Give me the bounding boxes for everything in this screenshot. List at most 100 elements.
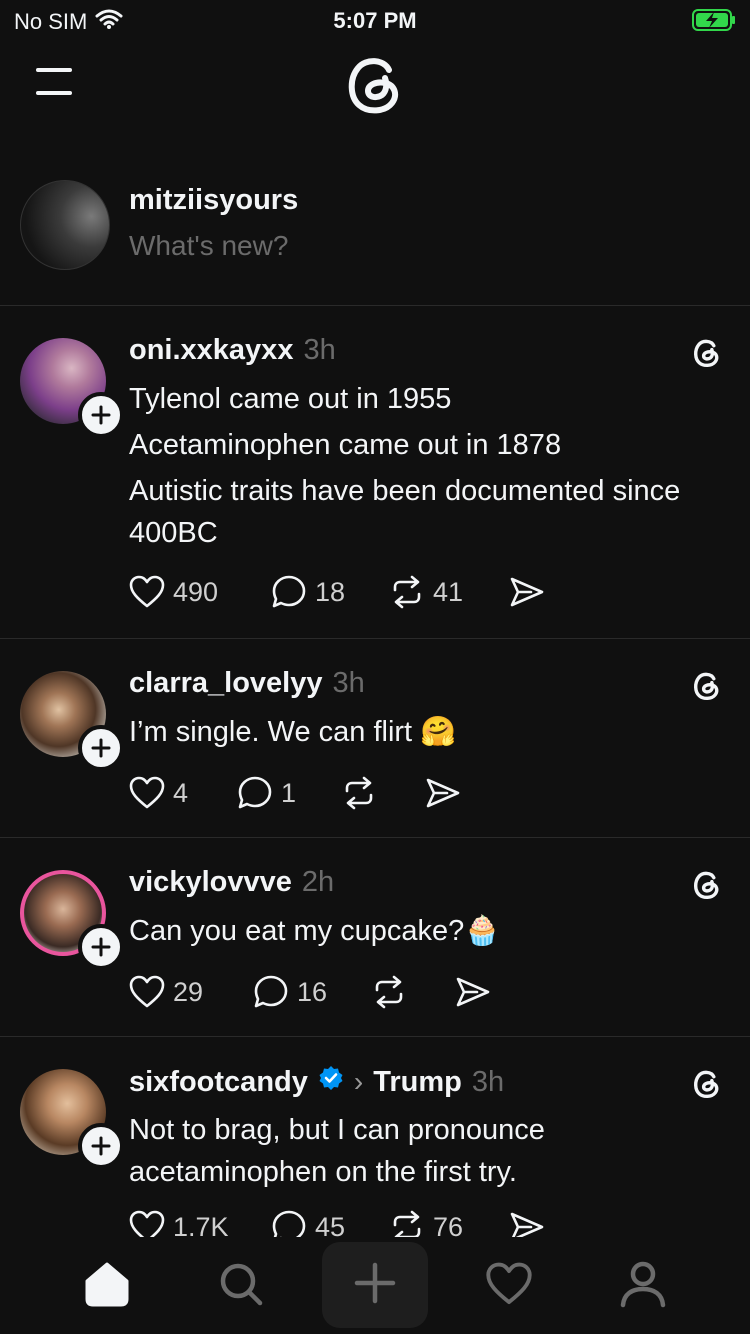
post-actions: 1.7K 45 76 — [129, 1209, 545, 1237]
repost-count: 41 — [433, 576, 464, 607]
reply-count: 18 — [315, 576, 346, 607]
post-header: oni.xxkayxx 3h — [129, 334, 336, 367]
post-line: Not to brag, but I can pronounce acetami… — [129, 1114, 545, 1189]
threads-source-icon[interactable] — [690, 667, 724, 705]
post-username[interactable]: vickylovvve — [129, 866, 292, 899]
post-line: I’m single. We can flirt 🤗 — [129, 716, 457, 748]
heart-icon — [129, 776, 165, 810]
post-line: Acetaminophen came out in 1878 — [129, 429, 562, 462]
tab-activity[interactable] — [469, 1246, 549, 1326]
feed-post[interactable]: vickylovvve 2h Can you eat my cupcake?🧁 … — [0, 838, 750, 1037]
threads-logo-icon[interactable] — [340, 50, 410, 120]
avatar[interactable] — [20, 338, 124, 438]
top-bar — [0, 40, 750, 130]
feed-post[interactable]: clarra_lovelyy 3h I’m single. We can fli… — [0, 639, 750, 838]
post-text: Can you eat my cupcake?🧁 — [129, 910, 729, 956]
like-button[interactable]: 1.7K — [129, 1210, 271, 1237]
send-icon — [455, 975, 491, 1009]
post-text: Tylenol came out in 1955 Acetaminophen c… — [129, 378, 729, 558]
like-button[interactable]: 4 — [129, 776, 237, 810]
hamburger-menu-icon[interactable] — [36, 68, 76, 98]
post-text: I’m single. We can flirt 🤗 — [129, 711, 729, 757]
home-icon — [83, 1261, 131, 1312]
heart-icon — [485, 1262, 533, 1311]
reply-count: 1 — [281, 777, 297, 808]
follow-plus-icon[interactable] — [78, 392, 124, 438]
tab-new-thread[interactable] — [322, 1242, 428, 1328]
share-button[interactable] — [509, 1210, 545, 1237]
post-username[interactable]: clarra_lovelyy — [129, 667, 322, 700]
post-username[interactable]: oni.xxkayxx — [129, 334, 293, 367]
avatar[interactable] — [20, 1069, 124, 1169]
repost-icon — [341, 775, 377, 811]
repost-button[interactable] — [341, 775, 425, 811]
composer-username: mitziisyours — [129, 184, 299, 216]
send-icon — [425, 776, 461, 810]
like-count: 490 — [173, 576, 219, 607]
comment-icon — [271, 1209, 307, 1237]
post-actions: 490 18 41 — [129, 574, 545, 610]
like-button[interactable]: 29 — [129, 975, 253, 1009]
feed-post[interactable]: oni.xxkayxx 3h Tylenol came out in 1955 … — [0, 306, 750, 639]
reply-count: 45 — [315, 1211, 346, 1238]
follow-plus-icon[interactable] — [78, 924, 124, 970]
verified-badge-icon — [318, 1065, 344, 1099]
search-icon — [217, 1260, 265, 1313]
share-button[interactable] — [425, 776, 461, 810]
threads-source-icon[interactable] — [690, 866, 724, 904]
avatar[interactable] — [20, 180, 110, 270]
tab-search[interactable] — [201, 1246, 281, 1326]
post-username[interactable]: sixfootcandy — [129, 1066, 308, 1099]
post-header: sixfootcandy › Trump 3h — [129, 1065, 504, 1099]
tab-home[interactable] — [67, 1246, 147, 1326]
share-button[interactable] — [509, 575, 545, 609]
post-header: clarra_lovelyy 3h — [129, 667, 365, 700]
post-line: Tylenol came out in 1955 — [129, 383, 452, 415]
post-time: 3h — [471, 1065, 505, 1098]
composer-input[interactable]: What's new? — [129, 230, 288, 262]
follow-plus-icon[interactable] — [78, 725, 124, 771]
post-text: Not to brag, but I can pronounce acetami… — [129, 1109, 599, 1197]
send-icon — [509, 1210, 545, 1237]
like-count: 29 — [173, 976, 204, 1007]
battery-charging-icon — [692, 8, 736, 38]
reply-button[interactable]: 45 — [271, 1209, 389, 1237]
like-button[interactable]: 490 — [129, 575, 271, 609]
reply-count: 16 — [297, 976, 328, 1007]
post-actions: 4 1 — [129, 775, 461, 811]
profile-icon — [620, 1260, 666, 1313]
chevron-right-icon: › — [353, 1066, 364, 1097]
repost-button[interactable] — [371, 974, 455, 1010]
heart-icon — [129, 975, 165, 1009]
share-button[interactable] — [455, 975, 491, 1009]
repost-icon — [371, 974, 407, 1010]
send-icon — [509, 575, 545, 609]
comment-icon — [253, 974, 289, 1010]
new-thread-composer[interactable]: mitziisyours What's new? — [0, 170, 750, 306]
post-time: 3h — [332, 667, 365, 699]
comment-icon — [237, 775, 273, 811]
avatar[interactable] — [20, 671, 124, 771]
post-line: Autistic traits have been documented sin… — [129, 475, 681, 550]
bottom-tab-bar — [0, 1238, 750, 1334]
repost-button[interactable]: 41 — [389, 574, 509, 610]
post-line: Can you eat my cupcake?🧁 — [129, 915, 501, 947]
follow-plus-icon[interactable] — [78, 1123, 124, 1169]
repost-count: 76 — [433, 1211, 464, 1238]
reply-button[interactable]: 1 — [237, 775, 341, 811]
community-name[interactable]: Trump — [373, 1066, 462, 1099]
reply-button[interactable]: 18 — [271, 574, 389, 610]
like-count: 1.7K — [173, 1211, 229, 1238]
status-bar: No SIM 5:07 PM — [0, 0, 750, 40]
repost-button[interactable]: 76 — [389, 1209, 509, 1237]
threads-source-icon[interactable] — [690, 334, 724, 372]
tab-profile[interactable] — [603, 1246, 683, 1326]
heart-icon — [129, 575, 165, 609]
reply-button[interactable]: 16 — [253, 974, 371, 1010]
feed-post[interactable]: sixfootcandy › Trump 3h Not to brag, but… — [0, 1037, 750, 1237]
heart-icon — [129, 1210, 165, 1237]
post-time: 2h — [301, 866, 335, 898]
avatar[interactable] — [20, 870, 124, 970]
threads-source-icon[interactable] — [690, 1065, 724, 1103]
repost-icon — [389, 1209, 425, 1237]
